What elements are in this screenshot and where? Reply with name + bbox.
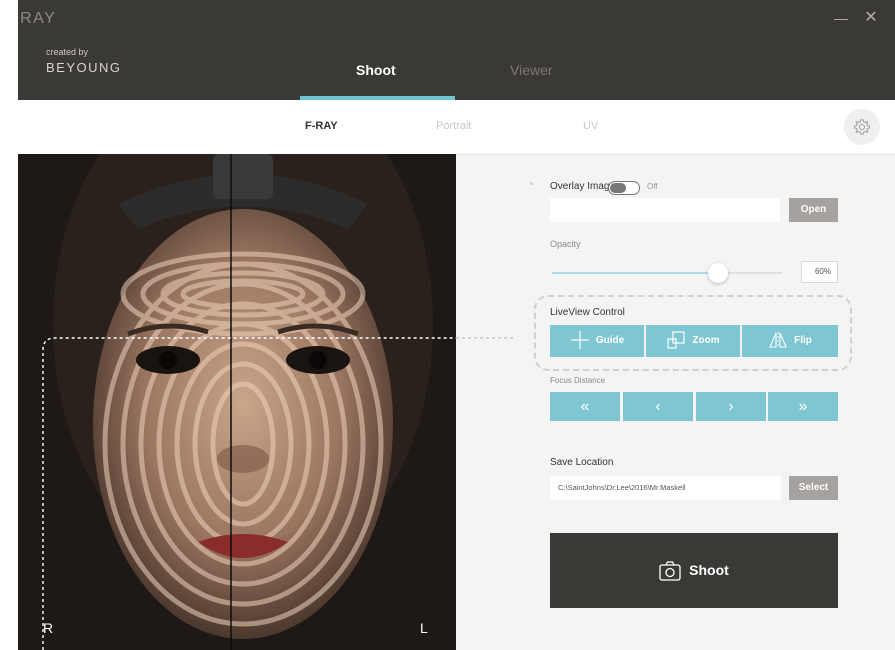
settings-button[interactable] — [844, 109, 880, 145]
guide-button[interactable]: Guide — [550, 325, 644, 357]
opacity-label: Opacity — [550, 239, 581, 249]
focus-far-back-button[interactable]: « — [550, 392, 620, 421]
toggle-knob — [610, 183, 626, 193]
close-button[interactable]: ✕ — [863, 10, 879, 26]
subtab-uv[interactable]: UV — [583, 120, 598, 132]
flip-button[interactable]: Flip — [742, 325, 838, 357]
liveview-image[interactable]: R L — [18, 154, 456, 650]
camera-icon — [659, 561, 681, 581]
focus-back-button[interactable]: ‹ — [623, 392, 693, 421]
liveview-control-label: LiveView Control — [550, 307, 625, 318]
zoom-button-label: Zoom — [692, 335, 720, 346]
opacity-slider-fill — [552, 272, 718, 274]
guide-button-label: Guide — [595, 335, 625, 346]
focus-far-forward-button[interactable]: » — [768, 392, 838, 421]
save-location-path[interactable]: C:\SaintJohns\Dr.Lee\2016\Mr.Maskell — [550, 476, 781, 500]
crosshair-icon — [570, 331, 589, 350]
subtab-portrait[interactable]: Portrait — [436, 120, 471, 132]
app-window: F-RAY created by BEYOUNG — ✕ Shoot Viewe… — [18, 0, 895, 650]
flip-icon — [769, 332, 787, 349]
shoot-button-label: Shoot — [689, 562, 729, 578]
focus-forward-button[interactable]: › — [696, 392, 766, 421]
created-by-text: created by — [46, 47, 89, 57]
overlay-path-input[interactable] — [550, 198, 780, 222]
subtab-fray[interactable]: F-RAY — [305, 120, 338, 132]
zoom-button[interactable]: Zoom — [646, 325, 740, 357]
brand-logo: BEYOUNG — [46, 60, 122, 75]
subtab-bar: F-RAY Portrait UV — [18, 100, 895, 155]
zoom-squares-icon — [667, 331, 685, 349]
overlay-toggle[interactable] — [608, 181, 640, 195]
opacity-slider[interactable] — [552, 263, 782, 283]
opacity-slider-handle[interactable] — [708, 263, 728, 283]
flip-button-label: Flip — [794, 335, 812, 346]
app-title: F-RAY — [18, 10, 57, 27]
tab-viewer[interactable]: Viewer — [510, 62, 553, 82]
control-panel: Overlay Image Off Open Opacity 60% LiveV… — [456, 155, 895, 650]
shoot-button[interactable]: Shoot — [550, 533, 838, 608]
title-bar: F-RAY created by BEYOUNG — ✕ Shoot Viewe… — [18, 0, 895, 100]
open-button[interactable]: Open — [789, 198, 838, 222]
overlay-image-label: Overlay Image — [550, 181, 616, 192]
select-button[interactable]: Select — [789, 476, 838, 500]
focus-distance-label: Focus Distance — [550, 376, 606, 385]
opacity-value[interactable]: 60% — [801, 261, 838, 283]
left-side-label: L — [420, 620, 428, 636]
minimize-button[interactable]: — — [833, 10, 849, 26]
face-image — [18, 154, 456, 650]
bullet-dot — [530, 182, 533, 185]
gear-icon — [854, 119, 870, 135]
save-location-label: Save Location — [550, 457, 614, 468]
overlay-toggle-state: Off — [647, 182, 658, 191]
tab-shoot[interactable]: Shoot — [356, 62, 396, 82]
right-side-label: R — [43, 620, 54, 636]
